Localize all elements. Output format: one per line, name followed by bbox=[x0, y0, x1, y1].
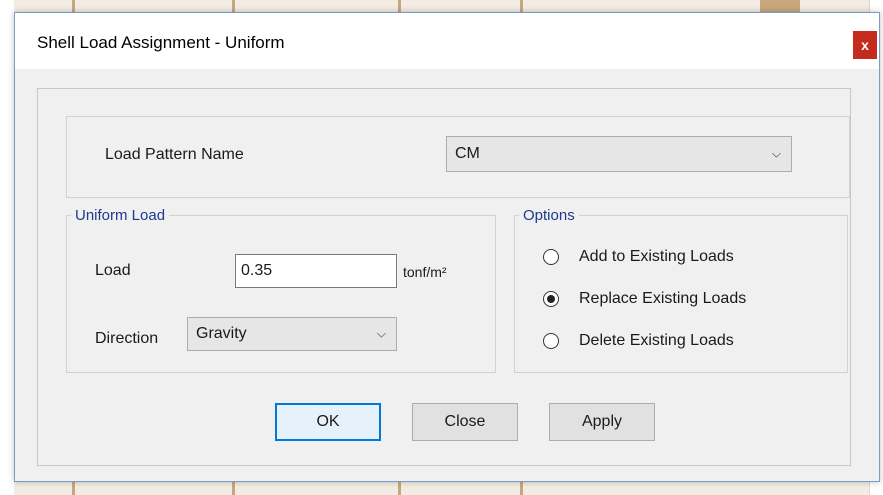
chevron-down-icon: ⌵ bbox=[771, 146, 781, 161]
background-gridline bbox=[72, 482, 75, 495]
window-title: Shell Load Assignment - Uniform bbox=[37, 33, 285, 52]
close-window-button[interactable]: x bbox=[853, 31, 877, 59]
shell-load-dialog: Shell Load Assignment - Uniform x Load P… bbox=[14, 12, 880, 482]
load-pattern-value: CM bbox=[455, 145, 480, 162]
direction-value: Gravity bbox=[196, 325, 247, 342]
background-gridline bbox=[398, 482, 401, 495]
option-replace-existing[interactable]: Replace Existing Loads bbox=[543, 290, 746, 308]
radio-button-selected[interactable] bbox=[543, 291, 559, 307]
close-icon: x bbox=[861, 37, 869, 53]
option-label: Delete Existing Loads bbox=[579, 332, 734, 349]
close-button[interactable]: Close bbox=[412, 403, 518, 441]
load-unit-label: tonf/m² bbox=[403, 264, 447, 280]
background-gridline bbox=[398, 0, 401, 12]
background-gridline bbox=[760, 0, 800, 12]
background-strip-top bbox=[0, 0, 883, 12]
direction-label: Direction bbox=[95, 330, 159, 347]
load-value-input[interactable]: 0.35 bbox=[235, 254, 397, 288]
load-pattern-label: Load Pattern Name bbox=[105, 146, 244, 163]
radio-button[interactable] bbox=[543, 249, 559, 265]
option-label: Replace Existing Loads bbox=[579, 290, 747, 307]
load-value: 0.35 bbox=[241, 262, 273, 279]
option-delete-existing[interactable]: Delete Existing Loads bbox=[543, 332, 734, 350]
background-left-edge bbox=[0, 0, 14, 495]
ok-button[interactable]: OK bbox=[275, 403, 381, 441]
load-pattern-box: Load Pattern Name CM ⌵ bbox=[66, 116, 850, 198]
background-strip-bottom bbox=[0, 482, 883, 495]
background-gridline bbox=[520, 0, 523, 12]
radio-button[interactable] bbox=[543, 333, 559, 349]
apply-button[interactable]: Apply bbox=[549, 403, 655, 441]
options-legend: Options bbox=[523, 207, 575, 224]
option-add-existing[interactable]: Add to Existing Loads bbox=[543, 248, 734, 266]
load-label: Load bbox=[95, 262, 131, 279]
background-gridline bbox=[520, 482, 523, 495]
chevron-down-icon: ⌵ bbox=[376, 326, 386, 341]
background-gridline bbox=[232, 0, 235, 12]
load-pattern-select[interactable]: CM ⌵ bbox=[446, 136, 792, 172]
option-label: Add to Existing Loads bbox=[579, 248, 734, 265]
title-bar[interactable]: Shell Load Assignment - Uniform x bbox=[15, 13, 879, 69]
dialog-body: Load Pattern Name CM ⌵ Uniform Load Load… bbox=[37, 88, 851, 466]
direction-select[interactable]: Gravity ⌵ bbox=[187, 317, 397, 351]
background-gridline bbox=[232, 482, 235, 495]
uniform-load-group: Uniform Load Load 0.35 tonf/m² Direction… bbox=[66, 207, 496, 373]
uniform-load-legend: Uniform Load bbox=[75, 207, 166, 224]
options-group: Options Add to Existing Loads Replace Ex… bbox=[514, 207, 848, 373]
background-gridline bbox=[72, 0, 75, 12]
